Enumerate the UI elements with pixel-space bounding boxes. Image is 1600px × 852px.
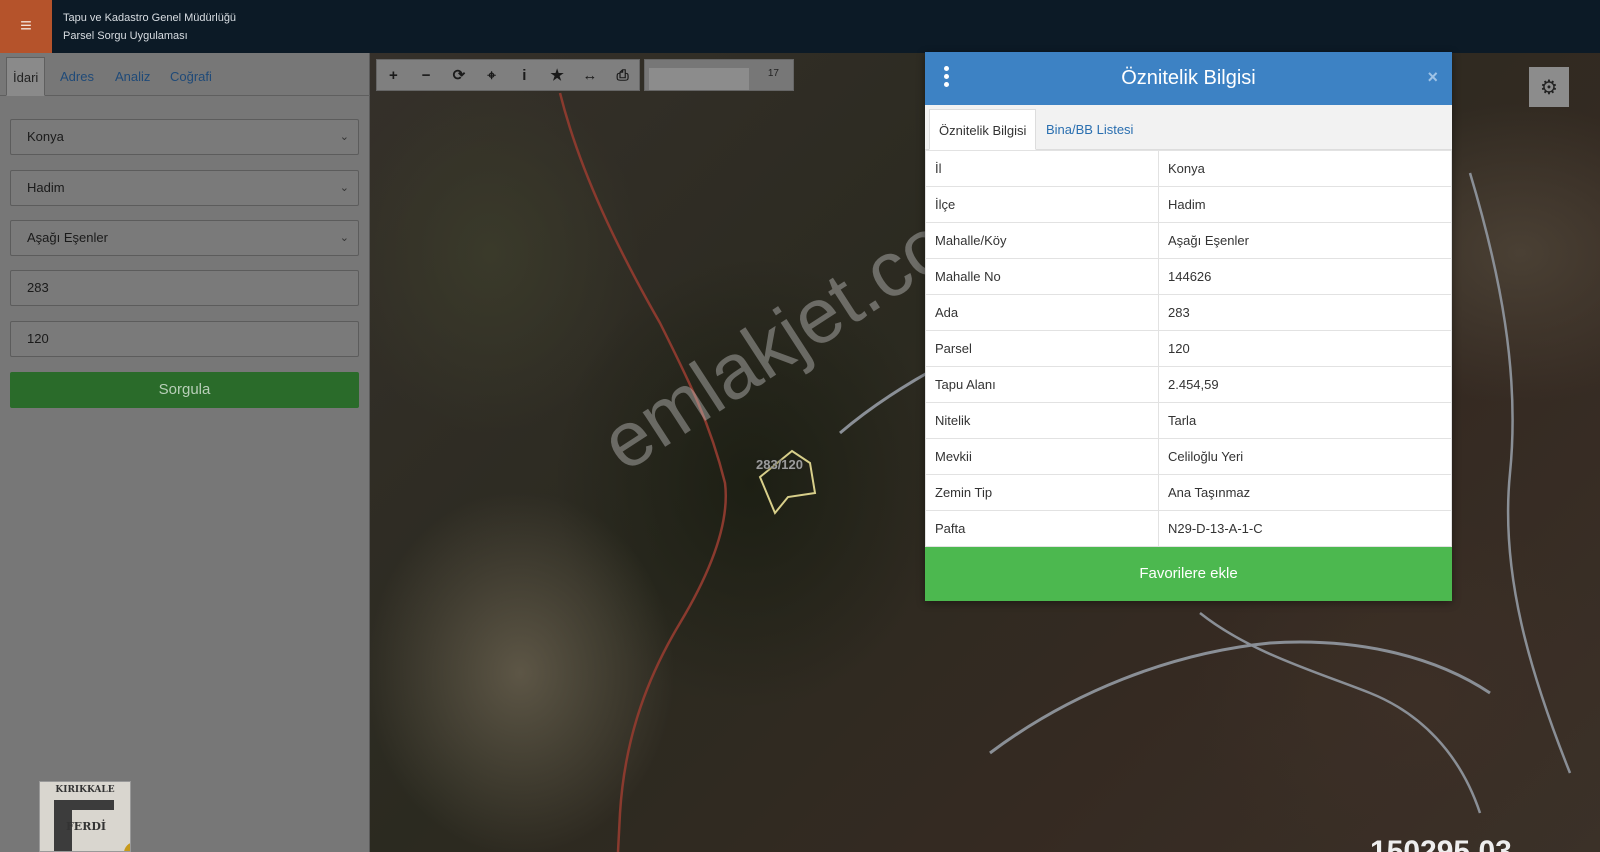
attribute-value: Tarla xyxy=(1158,402,1452,439)
coordinate-readout: 150295.03 xyxy=(1370,835,1512,852)
logo-text-bottom: FERDİ xyxy=(66,820,107,833)
app-title: Tapu ve Kadastro Genel Müdürlüğü Parsel … xyxy=(63,9,236,45)
district-value: Hadim xyxy=(27,180,65,195)
gear-icon[interactable]: ⚙ xyxy=(1529,67,1569,107)
attribute-key: Nitelik xyxy=(925,402,1159,439)
attribute-key: İl xyxy=(925,150,1159,187)
table-row: Zemin Tip Ana Taşınmaz xyxy=(925,474,1452,511)
tab-cografi[interactable]: Coğrafi xyxy=(164,57,218,96)
map-toolbar: + − ⟳ ⌖ i ★ ↔ ⎙ xyxy=(376,59,640,91)
attribute-value: 283 xyxy=(1158,294,1452,331)
chevron-down-icon: ⌄ xyxy=(339,232,349,244)
query-tabs: İdari Adres Analiz Coğrafi xyxy=(0,57,370,96)
map-road xyxy=(1468,172,1572,774)
zoom-in-icon[interactable]: + xyxy=(377,60,410,90)
attribute-table: İl Konya İlçe Hadim Mahalle/Köy Aşağı Eşenler… xyxy=(925,150,1452,547)
locate-icon[interactable]: ⌖ xyxy=(475,60,508,90)
attribute-key: Parsel xyxy=(925,330,1159,367)
info-icon[interactable]: i xyxy=(508,60,541,90)
table-row: Mahalle/Köy Aşağı Eşenler xyxy=(925,222,1452,259)
close-icon[interactable]: × xyxy=(1427,67,1438,88)
scale-bar xyxy=(649,68,749,90)
logo-text-top: KIRIKKALE xyxy=(55,785,115,795)
agency-logo: KIRIKKALE FERDİ xyxy=(39,781,131,852)
favorite-star-icon[interactable]: ★ xyxy=(541,60,574,90)
attribute-value: 120 xyxy=(1158,330,1452,367)
attribute-key: Mevkii xyxy=(925,438,1159,475)
province-select[interactable]: Konya ⌄ xyxy=(10,119,359,155)
chevron-down-icon: ⌄ xyxy=(339,131,349,143)
dialog-header: Öznitelik Bilgisi × xyxy=(925,52,1452,105)
table-row: İlçe Hadim xyxy=(925,186,1452,223)
tab-idari[interactable]: İdari xyxy=(6,57,46,96)
attribute-key: Zemin Tip xyxy=(925,474,1159,511)
zoom-indicator: 17 xyxy=(644,59,794,91)
query-panel: İdari Adres Analiz Coğrafi Konya ⌄ Hadim… xyxy=(0,53,370,852)
tab-attribute-info[interactable]: Öznitelik Bilgisi xyxy=(929,109,1037,150)
zoom-level: 17 xyxy=(767,68,779,79)
attribute-value: 144626 xyxy=(1158,258,1452,295)
map-road xyxy=(989,640,1491,755)
attribute-key: Ada xyxy=(925,294,1159,331)
print-icon[interactable]: ⎙ xyxy=(606,60,639,90)
tab-adres[interactable]: Adres xyxy=(54,57,100,96)
attribute-key: Mahalle/Köy xyxy=(925,222,1159,259)
attribute-value: Hadim xyxy=(1158,186,1452,223)
attribute-value: Aşağı Eşenler xyxy=(1158,222,1452,259)
table-row: İl Konya xyxy=(925,150,1452,187)
add-favorite-button[interactable]: Favorilere ekle xyxy=(925,547,1452,601)
attribute-key: İlçe xyxy=(925,186,1159,223)
table-row: Mahalle No 144626 xyxy=(925,258,1452,295)
parcel-label: 283/120 xyxy=(756,457,803,472)
attribute-value: 2.454,59 xyxy=(1158,366,1452,403)
table-row: Tapu Alanı 2.454,59 xyxy=(925,366,1452,403)
attribute-dialog: Öznitelik Bilgisi × Öznitelik Bilgisi Bi… xyxy=(925,52,1452,601)
table-row: Pafta N29-D-13-A-1-C xyxy=(925,510,1452,547)
dialog-tabs: Öznitelik Bilgisi Bina/BB Listesi xyxy=(925,105,1452,150)
table-row: Nitelik Tarla xyxy=(925,402,1452,439)
hamburger-menu-icon[interactable]: ≡ xyxy=(0,0,52,53)
more-options-icon[interactable] xyxy=(943,66,951,90)
attribute-value: Konya xyxy=(1158,150,1452,187)
neighborhood-value: Aşağı Eşenler xyxy=(27,230,108,245)
neighborhood-select[interactable]: Aşağı Eşenler ⌄ xyxy=(10,220,359,256)
district-select[interactable]: Hadim ⌄ xyxy=(10,170,359,206)
attribute-value: N29-D-13-A-1-C xyxy=(1158,510,1452,547)
logo-sun-icon xyxy=(124,842,130,851)
measure-icon[interactable]: ↔ xyxy=(574,60,607,90)
tab-building-list[interactable]: Bina/BB Listesi xyxy=(1037,109,1142,150)
org-title: Tapu ve Kadastro Genel Müdürlüğü xyxy=(63,12,237,24)
attribute-value: Ana Taşınmaz xyxy=(1158,474,1452,511)
block-input[interactable]: 283 xyxy=(10,270,359,306)
top-bar: ≡ Tapu ve Kadastro Genel Müdürlüğü Parse… xyxy=(0,0,1600,53)
zoom-out-icon[interactable]: − xyxy=(410,60,443,90)
province-value: Konya xyxy=(27,129,64,144)
table-row: Ada 283 xyxy=(925,294,1452,331)
attribute-key: Pafta xyxy=(925,510,1159,547)
app-subtitle: Parsel Sorgu Uygulaması xyxy=(63,30,188,42)
refresh-icon[interactable]: ⟳ xyxy=(443,60,476,90)
parcel-input[interactable]: 120 xyxy=(10,321,359,357)
tab-analiz[interactable]: Analiz xyxy=(109,57,156,96)
dialog-title: Öznitelik Bilgisi xyxy=(1121,67,1256,89)
attribute-key: Tapu Alanı xyxy=(925,366,1159,403)
attribute-value: Celiloğlu Yeri xyxy=(1158,438,1452,475)
chevron-down-icon: ⌄ xyxy=(339,182,349,194)
query-button[interactable]: Sorgula xyxy=(10,372,359,408)
table-row: Mevkii Celiloğlu Yeri xyxy=(925,438,1452,475)
table-row: Parsel 120 xyxy=(925,330,1452,367)
attribute-key: Mahalle No xyxy=(925,258,1159,295)
